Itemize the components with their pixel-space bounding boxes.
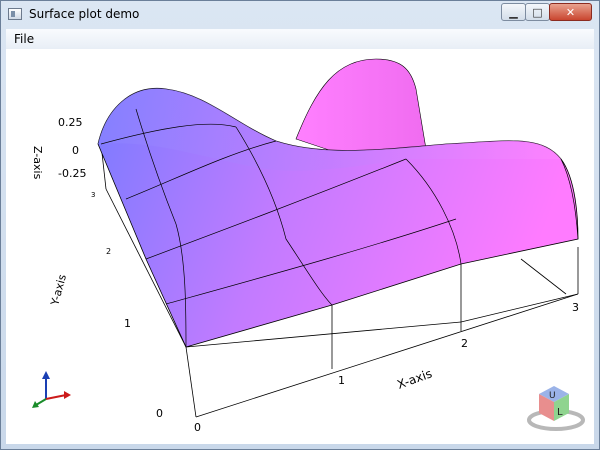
navigation-cube[interactable]: U L [527, 386, 585, 431]
x-tick-label: 0 [194, 421, 201, 434]
minimize-icon: ▁ [509, 5, 518, 19]
z-tick-label: 0 [72, 144, 79, 157]
z-axis: 0.25 0 -0.25 Z-axis [31, 116, 86, 180]
x-tick-label: 2 [461, 337, 468, 350]
y-tick-label: 3 [91, 191, 95, 199]
surface-plot[interactable]: 0.25 0 -0.25 Z-axis 0 1 2 3 Y-axis 0 1 2… [6, 49, 594, 444]
app-window: Surface plot demo ▁ □ ✕ File 0.25 0 -0.2… [0, 0, 600, 450]
menu-bar: File [6, 29, 594, 49]
menu-file[interactable]: File [14, 32, 34, 46]
z-tick-label: -0.25 [58, 167, 86, 180]
title-bar[interactable]: Surface plot demo ▁ □ ✕ [1, 1, 599, 29]
x-tick-label: 1 [338, 374, 345, 387]
close-icon: ✕ [565, 5, 576, 19]
x-tick-label: 3 [572, 301, 579, 314]
maximize-icon: □ [532, 5, 543, 19]
z-axis-label: Z-axis [31, 146, 44, 180]
window-icon [8, 8, 22, 20]
y-tick-label: 0 [156, 407, 163, 420]
window-title: Surface plot demo [29, 7, 140, 21]
nav-cube-face-up[interactable]: U [549, 391, 556, 401]
close-button[interactable]: ✕ [549, 3, 592, 21]
y-axis-label: Y-axis [48, 273, 69, 308]
maximize-button[interactable]: □ [525, 3, 550, 21]
z-tick-label: 0.25 [58, 116, 83, 129]
y-tick-label: 2 [106, 247, 111, 256]
minimize-button[interactable]: ▁ [501, 3, 526, 21]
surface-plot-viewport[interactable]: 0.25 0 -0.25 Z-axis 0 1 2 3 Y-axis 0 1 2… [6, 49, 594, 444]
nav-cube-face-left[interactable]: L [557, 407, 563, 418]
surface-back-hump [295, 58, 427, 160]
x-axis-label: X-axis [395, 366, 434, 391]
orientation-axes-icon [32, 371, 71, 408]
y-tick-label: 1 [124, 317, 131, 330]
